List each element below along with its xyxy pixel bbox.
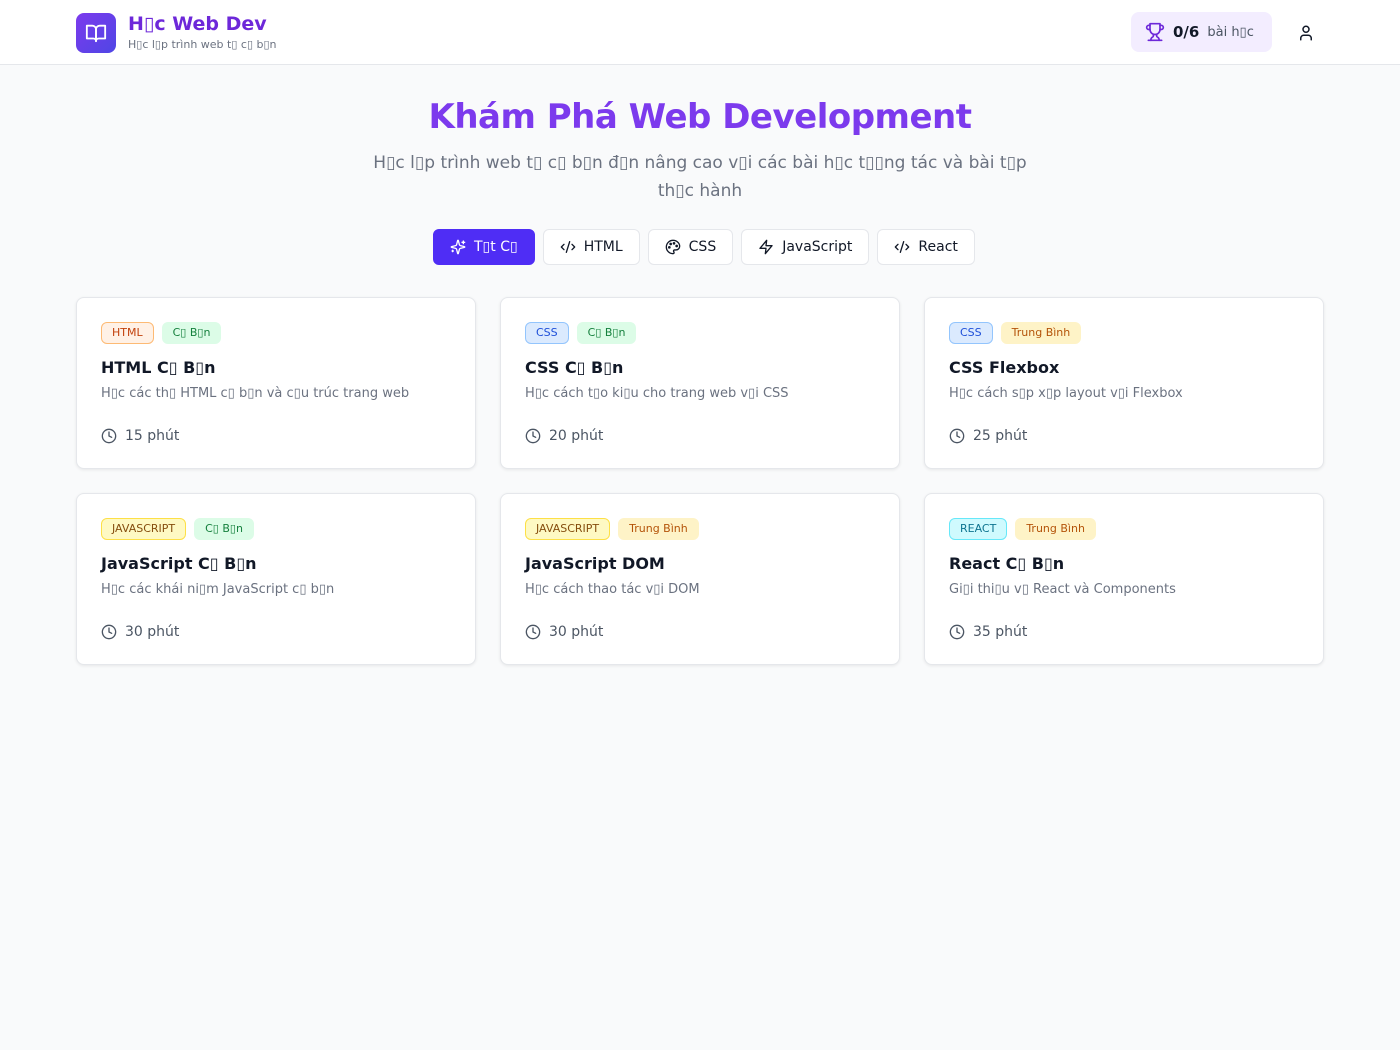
filter-html-button[interactable]: HTML xyxy=(542,229,640,265)
clock-icon xyxy=(949,624,965,640)
filter-javascript-button[interactable]: JavaScript xyxy=(741,229,870,265)
clock-icon xyxy=(101,624,117,640)
lesson-duration: 15 phút xyxy=(101,428,179,444)
lesson-title: HTML C▯ B▯n xyxy=(101,358,216,377)
brand-title: H▯c Web Dev xyxy=(128,13,267,35)
code-icon xyxy=(560,239,576,255)
lesson-title: JavaScript C▯ B▯n xyxy=(101,554,257,573)
lesson-duration: 35 phút xyxy=(949,624,1027,640)
filter-javascript-label: JavaScript xyxy=(782,239,853,255)
zap-icon xyxy=(758,239,774,255)
category-badge: HTML xyxy=(101,322,154,344)
lesson-description: H▯c cách s▯p x▯p layout v▯i Flexbox xyxy=(949,386,1183,401)
duration-text: 25 phút xyxy=(973,428,1028,444)
lesson-description: H▯c cách thao tác v▯i DOM xyxy=(525,582,700,597)
level-badge: C▯ B▯n xyxy=(161,322,222,344)
sparkles-icon xyxy=(450,239,466,255)
brand[interactable]: H▯c Web Dev H▯c l▯p trình web t▯ c▯ b▯n xyxy=(76,12,277,53)
level-badge: C▯ B▯n xyxy=(576,322,637,344)
lesson-card-javascript-basics[interactable]: JAVASCRIPT C▯ B▯n JavaScript C▯ B▯n H▯c … xyxy=(76,493,476,665)
lesson-title: CSS Flexbox xyxy=(949,358,1060,377)
page-subtitle: H▯c l▯p trình web t▯ c▯ b▯n đ▯n nâng cao… xyxy=(373,153,1027,201)
brand-subtitle: H▯c l▯p trình web t▯ c▯ b▯n xyxy=(128,38,277,51)
duration-text: 30 phút xyxy=(549,624,604,640)
duration-text: 30 phút xyxy=(125,624,180,640)
category-badge: CSS xyxy=(949,322,993,344)
lesson-card-html-basics[interactable]: HTML C▯ B▯n HTML C▯ B▯n H▯c các th▯ HTML… xyxy=(76,297,476,469)
filter-all-button[interactable]: T▯t C▯ xyxy=(433,229,535,265)
progress-unit: bài h▯c xyxy=(1207,24,1254,40)
lesson-description: H▯c các khái ni▯m JavaScript c▯ b▯n xyxy=(101,582,335,597)
trophy-icon xyxy=(1145,22,1165,42)
page-title: Khám Phá Web Development xyxy=(428,97,973,137)
level-badge: Trung Bình xyxy=(618,518,699,540)
user-profile-button[interactable] xyxy=(1290,17,1322,49)
filter-react-label: React xyxy=(918,239,958,255)
lesson-duration: 20 phút xyxy=(525,428,603,444)
duration-text: 20 phút xyxy=(549,428,604,444)
duration-text: 35 phút xyxy=(973,624,1028,640)
filter-html-label: HTML xyxy=(583,239,623,255)
level-badge: C▯ B▯n xyxy=(194,518,254,540)
filter-css-label: CSS xyxy=(688,239,717,255)
top-navigation-bar: H▯c Web Dev H▯c l▯p trình web t▯ c▯ b▯n … xyxy=(0,0,1400,65)
lesson-card-css-basics[interactable]: CSS C▯ B▯n CSS C▯ B▯n H▯c cách t▯o ki▯u … xyxy=(500,297,900,469)
filter-react-button[interactable]: React xyxy=(877,229,975,265)
lesson-title: CSS C▯ B▯n xyxy=(525,358,624,377)
category-badge: JAVASCRIPT xyxy=(101,518,187,540)
category-badge: CSS xyxy=(525,322,569,344)
category-badge: JAVASCRIPT xyxy=(525,518,611,540)
level-badge: Trung Bình xyxy=(1000,322,1082,344)
lesson-description: H▯c cách t▯o ki▯u cho trang web v▯i CSS xyxy=(525,386,789,401)
category-filter-bar: T▯t C▯ HTML CSS JavaScript React xyxy=(433,229,975,265)
filter-all-label: T▯t C▯ xyxy=(474,239,518,255)
book-open-icon xyxy=(76,12,116,53)
lesson-title: React C▯ B▯n xyxy=(949,554,1065,573)
code-icon xyxy=(894,239,910,255)
user-icon xyxy=(1297,24,1315,42)
lesson-description: H▯c các th▯ HTML c▯ b▯n và c▯u trúc tran… xyxy=(101,386,410,401)
duration-text: 15 phút xyxy=(125,428,180,444)
lesson-card-react-basics[interactable]: REACT Trung Bình React C▯ B▯n Gi▯i thi▯u… xyxy=(924,493,1324,665)
level-badge: Trung Bình xyxy=(1015,518,1096,540)
lesson-duration: 25 phút xyxy=(949,428,1027,444)
lesson-duration: 30 phút xyxy=(525,624,603,640)
category-badge: REACT xyxy=(949,518,1008,540)
progress-badge: 0/6 bài h▯c xyxy=(1131,12,1272,52)
filter-css-button[interactable]: CSS xyxy=(647,229,734,265)
palette-icon xyxy=(665,239,681,255)
clock-icon xyxy=(525,624,541,640)
lesson-title: JavaScript DOM xyxy=(525,554,665,573)
clock-icon xyxy=(101,428,117,444)
lesson-card-javascript-dom[interactable]: JAVASCRIPT Trung Bình JavaScript DOM H▯c… xyxy=(500,493,900,665)
lesson-duration: 30 phút xyxy=(101,624,179,640)
lesson-card-css-flexbox[interactable]: CSS Trung Bình CSS Flexbox H▯c cách s▯p … xyxy=(924,297,1324,469)
clock-icon xyxy=(525,428,541,444)
progress-count: 0/6 xyxy=(1173,23,1200,41)
lesson-description: Gi▯i thi▯u v▯ React và Components xyxy=(949,582,1176,597)
clock-icon xyxy=(949,428,965,444)
